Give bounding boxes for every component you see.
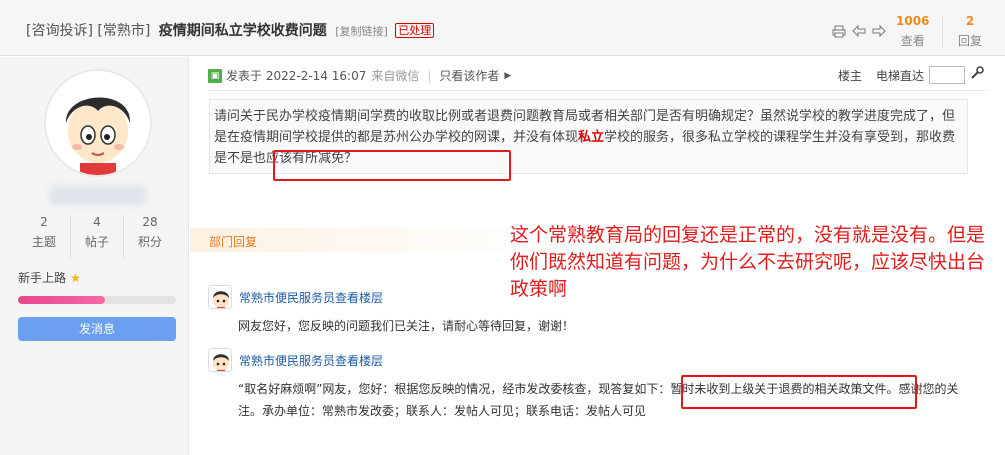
posted-prefix: 发表于	[226, 69, 263, 83]
prev-thread-icon[interactable]	[851, 24, 867, 38]
reply-author-link[interactable]: 常熟市便民服务员查看楼层	[239, 352, 383, 369]
replies-label: 回复	[958, 34, 983, 48]
author-avatar[interactable]	[44, 69, 152, 177]
stat-posts-value: 4	[93, 215, 101, 229]
thread-title-row: [咨询投诉] [常熟市] 疫情期间私立学校收费问题 [复制链接] 已处理	[26, 20, 435, 40]
star-icon: ★	[70, 271, 81, 285]
views-stat: 1006 查看	[896, 14, 929, 49]
only-author-link[interactable]: 只看该作者	[439, 67, 499, 84]
stat-points-value: 28	[142, 215, 158, 229]
views-label: 查看	[900, 34, 925, 48]
copy-link-button[interactable]: [复制链接]	[335, 25, 388, 38]
stat-points[interactable]: 28 积分	[124, 215, 176, 259]
status-badge: 已处理	[395, 23, 435, 38]
reply-text: 网友您好，您反映的问题我们已关注，请耐心等待回复，谢谢！	[238, 319, 575, 333]
city-tag[interactable]: [常熟市]	[97, 23, 150, 39]
next-thread-icon[interactable]	[871, 24, 887, 38]
category-tag[interactable]: [咨询投诉]	[26, 23, 93, 39]
thread-header: [咨询投诉] [常熟市] 疫情期间私立学校收费问题 [复制链接] 已处理 100…	[0, 0, 1005, 56]
stat-topics-label: 主题	[31, 235, 56, 249]
floor-jump-input[interactable]	[929, 66, 966, 84]
stat-points-label: 积分	[137, 235, 162, 249]
meta-divider	[208, 90, 988, 91]
stat-topics[interactable]: 2 主题	[18, 215, 71, 259]
red-annotation: 这个常熟教育局的回复还是正常的，没有就是没有。但是你们既然知道有问题，为什么不去…	[510, 224, 986, 300]
wrench-icon[interactable]	[970, 66, 984, 84]
rank-label: 新手上路	[18, 271, 67, 285]
thread-title: 疫情期间私立学校收费问题	[158, 23, 327, 39]
post-image-icon: ▣	[208, 68, 222, 83]
dept-reply-label: 部门回复	[209, 235, 258, 249]
print-icon[interactable]	[831, 24, 847, 38]
post-body-highlight: 私立	[578, 130, 605, 145]
user-rank: 新手上路 ★	[18, 269, 81, 286]
author-profile-panel: 2 主题 4 帖子 28 积分 新手上路 ★ 发消息	[0, 57, 189, 455]
reply-avatar[interactable]	[208, 348, 232, 372]
reply-avatar[interactable]	[208, 285, 232, 309]
stat-topics-value: 2	[40, 215, 48, 229]
elevator-label: 电梯直达	[876, 68, 925, 83]
post-meta: ▣ 发表于 2022-2-14 16:07 来自微信 | 只看该作者 ▶	[208, 67, 511, 84]
stat-divider	[942, 16, 943, 48]
reply-author-link[interactable]: 常熟市便民服务员查看楼层	[239, 289, 383, 306]
meta-separator: |	[427, 68, 432, 83]
author-stats: 2 主题 4 帖子 28 积分	[18, 215, 176, 259]
views-count: 1006	[896, 14, 930, 28]
send-message-button[interactable]: 发消息	[18, 317, 176, 341]
replies-count: 2	[965, 14, 975, 28]
floor-nav: 楼主 电梯直达	[838, 66, 984, 84]
posted-from: 来自微信	[371, 69, 420, 83]
rank-progress-fill	[18, 296, 105, 304]
replies-stat: 2 回复	[958, 14, 982, 49]
stat-posts[interactable]: 4 帖子	[71, 215, 124, 259]
posted-time: 2022-2-14 16:07	[265, 68, 367, 83]
highlight-box-question	[273, 150, 511, 181]
stat-posts-label: 帖子	[84, 235, 109, 249]
highlight-box-reply	[681, 375, 917, 409]
caret-right-icon: ▶	[504, 70, 512, 81]
header-icons	[831, 24, 887, 38]
username-blurred	[50, 185, 146, 205]
rank-progress-bar	[18, 296, 176, 304]
dept-reply-header: 部门回复	[190, 228, 550, 252]
floor-label: 楼主	[838, 68, 863, 83]
